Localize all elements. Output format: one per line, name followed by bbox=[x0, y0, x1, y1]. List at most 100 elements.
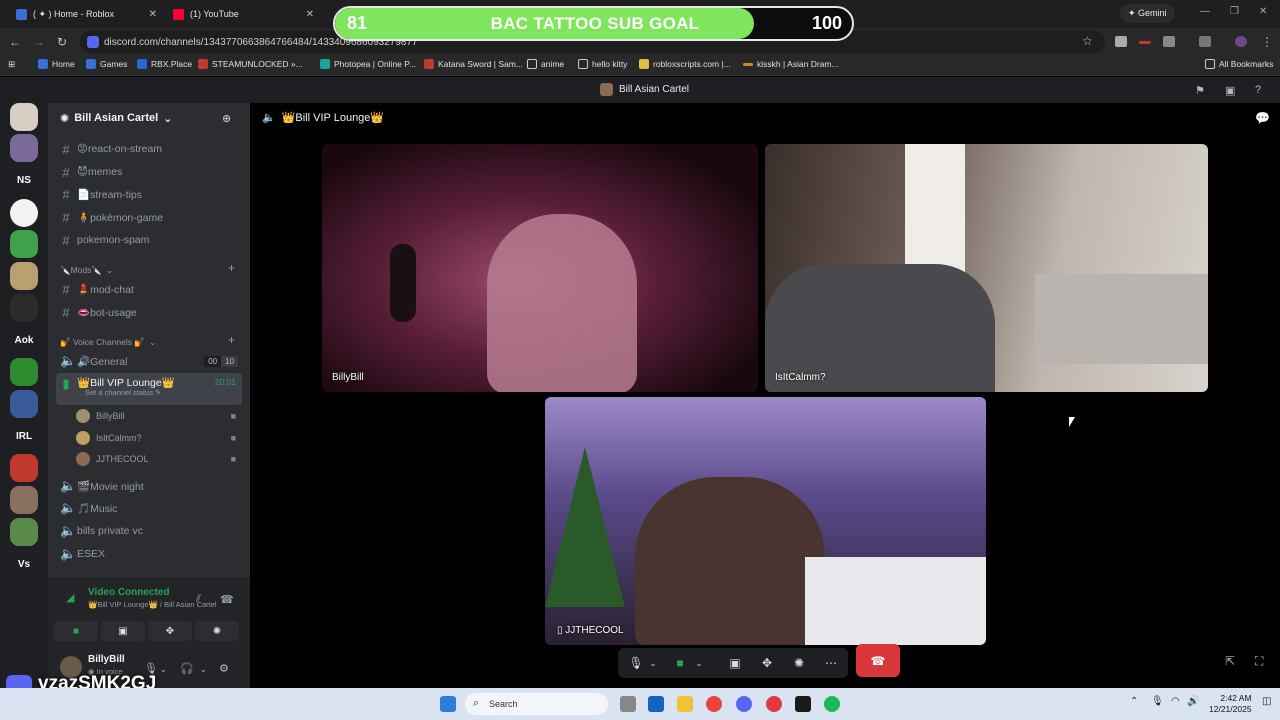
extension-icon[interactable] bbox=[1139, 41, 1151, 44]
forward-icon[interactable]: → bbox=[33, 35, 45, 49]
voice-member[interactable]: JJTHECOOL ■ bbox=[76, 450, 242, 468]
voice-member[interactable]: IsItCalmm? ■ bbox=[76, 429, 242, 447]
menu-icon[interactable]: ⋮ bbox=[1261, 35, 1273, 49]
bookmark-steamunlocked[interactable]: STEAMUNLOCKED »... bbox=[198, 59, 303, 69]
channel-memes[interactable]: # 😈memes bbox=[56, 162, 242, 182]
close-icon[interactable]: ✕ bbox=[149, 9, 157, 20]
activities-icon[interactable]: ✥ bbox=[758, 648, 776, 678]
category-mods[interactable]: 🔪Mods🔪 ⌄ bbox=[60, 265, 113, 276]
voice-channel-general[interactable]: 🔈 🔊General 00 10 bbox=[56, 351, 242, 371]
maximize-icon[interactable]: ❐ bbox=[1230, 6, 1239, 17]
screen-share-button[interactable]: ▣ bbox=[101, 621, 145, 641]
add-channel-icon[interactable]: + bbox=[228, 261, 235, 275]
server-icon[interactable]: Aok bbox=[10, 326, 38, 354]
system-clock[interactable]: 2:42 AM 12/21/2025 bbox=[1209, 693, 1252, 715]
chevron-down-icon[interactable]: ⌄ bbox=[160, 665, 167, 674]
side-panel-icon[interactable] bbox=[1199, 36, 1211, 47]
more-options-icon[interactable]: ⋯ bbox=[822, 648, 840, 678]
server-icon[interactable] bbox=[10, 230, 38, 258]
server-icon[interactable] bbox=[10, 454, 38, 482]
voice-channel-movie-night[interactable]: 🔈 🎬Movie night bbox=[56, 476, 242, 496]
flag-icon[interactable]: ⚑ bbox=[1195, 84, 1205, 97]
back-icon[interactable]: ← bbox=[9, 35, 21, 49]
taskbar-search[interactable]: ⌕ Search bbox=[465, 693, 608, 715]
tab-roblox[interactable]: ( ✦ ) Home - Roblox ✕ bbox=[8, 3, 163, 25]
channel-bot-usage[interactable]: # 👄bot-usage bbox=[56, 302, 242, 322]
inbox-icon[interactable]: ▣ bbox=[1225, 84, 1235, 97]
extension-icon[interactable] bbox=[1115, 36, 1127, 47]
bookmark-kisskh[interactable]: kisskh | Asian Dram... bbox=[743, 59, 839, 69]
video-tile[interactable]: ▯ JJTHECOOL bbox=[545, 397, 986, 645]
volume-icon[interactable]: 🔊 bbox=[1187, 696, 1199, 707]
chat-icon[interactable]: 💬 bbox=[1255, 111, 1270, 125]
taskbar-app-icon[interactable] bbox=[648, 696, 664, 712]
notification-icon[interactable]: ◫ bbox=[1262, 696, 1271, 707]
bookmark-photopea[interactable]: Photopea | Online P... bbox=[320, 59, 416, 69]
reload-icon[interactable]: ↻ bbox=[57, 35, 67, 49]
bookmark-games[interactable]: Games bbox=[86, 59, 127, 69]
site-info-icon[interactable] bbox=[87, 36, 99, 48]
channel-pokemon-game[interactable]: # 🧍pokémon-game bbox=[56, 207, 242, 227]
voice-channel-esex[interactable]: 🔈 ESEX bbox=[56, 544, 242, 564]
microphone-icon[interactable]: 🎙 bbox=[628, 648, 644, 678]
soundboard-button[interactable]: ✺ bbox=[195, 621, 239, 641]
category-voice-channels[interactable]: 💅 Voice Channels 💅 ⌄ bbox=[60, 337, 156, 348]
opera-icon[interactable] bbox=[766, 696, 782, 712]
apps-icon[interactable]: ⊞ bbox=[8, 59, 15, 70]
server-icon[interactable] bbox=[10, 518, 38, 546]
discord-icon[interactable] bbox=[736, 696, 752, 712]
microphone-icon[interactable]: 🎙 bbox=[1151, 696, 1164, 707]
close-icon[interactable]: ✕ bbox=[306, 9, 314, 20]
chevron-down-icon[interactable]: ⌄ bbox=[200, 665, 207, 674]
server-icon[interactable] bbox=[10, 294, 38, 322]
chevron-down-icon[interactable]: ⌄ bbox=[694, 648, 704, 678]
bookmark-star-icon[interactable]: ☆ bbox=[1082, 34, 1093, 48]
chevron-up-icon[interactable]: ⌃ bbox=[1130, 696, 1138, 707]
server-icon[interactable]: IRL bbox=[10, 422, 38, 450]
channel-pokemon-spam[interactable]: # pokemon-spam bbox=[56, 230, 242, 250]
wifi-icon[interactable]: ◠ bbox=[1171, 696, 1180, 707]
tab-youtube[interactable]: (1) YouTube ✕ bbox=[165, 3, 320, 25]
server-icon[interactable] bbox=[10, 262, 38, 290]
chevron-down-icon[interactable]: ⌄ bbox=[648, 648, 658, 678]
camera-button[interactable]: ■ bbox=[54, 621, 98, 641]
gemini-button[interactable]: ✦ Gemini bbox=[1120, 4, 1175, 23]
headphones-icon[interactable]: 🎧 bbox=[180, 662, 194, 675]
minimize-icon[interactable]: — bbox=[1200, 6, 1210, 17]
popout-icon[interactable]: ⇱ bbox=[1225, 654, 1235, 668]
all-bookmarks[interactable]: All Bookmarks bbox=[1205, 59, 1273, 69]
channel-stream-tips[interactable]: # 📄stream-tips bbox=[56, 184, 242, 204]
bookmark-rbxplace[interactable]: RBX.Place bbox=[137, 59, 192, 69]
chrome-icon[interactable] bbox=[706, 696, 722, 712]
noise-suppression-icon[interactable]: ⫽ bbox=[196, 593, 201, 606]
server-icon[interactable] bbox=[10, 199, 38, 227]
camera-icon[interactable]: ■ bbox=[671, 648, 689, 678]
channel-mod-chat[interactable]: # 💄mod-chat bbox=[56, 279, 242, 299]
bookmark-home[interactable]: Home bbox=[38, 59, 75, 69]
server-icon[interactable] bbox=[10, 486, 38, 514]
video-tile[interactable]: BillyBill bbox=[322, 144, 758, 392]
bookmark-anime[interactable]: anime bbox=[527, 59, 564, 69]
server-icon[interactable]: Vs bbox=[10, 550, 38, 578]
activities-button[interactable]: ✥ bbox=[148, 621, 192, 641]
settings-gear-icon[interactable]: ⚙ bbox=[219, 662, 229, 675]
voice-channel-vip-lounge[interactable]: ▮ 👑Bill VIP Lounge👑 20:01 Set a channel … bbox=[56, 373, 242, 405]
channel-status[interactable]: Set a channel status ✎ bbox=[85, 388, 161, 397]
close-window-icon[interactable]: ✕ bbox=[1259, 6, 1267, 17]
server-icon[interactable]: NS bbox=[10, 166, 38, 194]
server-icon[interactable] bbox=[10, 390, 38, 418]
server-icon[interactable] bbox=[10, 358, 38, 386]
windows-start-icon[interactable] bbox=[440, 696, 456, 712]
voice-member[interactable]: BillyBill ■ bbox=[76, 407, 242, 425]
server-icon[interactable] bbox=[10, 103, 38, 131]
file-explorer-icon[interactable] bbox=[677, 696, 693, 712]
server-icon[interactable] bbox=[10, 134, 38, 162]
server-header[interactable]: ✺ Bill Asian Cartel ⌄ ⊕ bbox=[48, 103, 250, 133]
taskbar-app-icon[interactable] bbox=[795, 696, 811, 712]
voice-channel-music[interactable]: 🔈 🎵Music bbox=[56, 498, 242, 518]
extensions-puzzle-icon[interactable] bbox=[1163, 36, 1175, 47]
invite-icon[interactable]: ⊕ bbox=[222, 112, 231, 125]
disconnect-icon[interactable]: ☎ bbox=[220, 593, 234, 606]
voice-channel-bills-private[interactable]: 🔈 bills private vc bbox=[56, 521, 242, 541]
spotify-icon[interactable] bbox=[824, 696, 840, 712]
